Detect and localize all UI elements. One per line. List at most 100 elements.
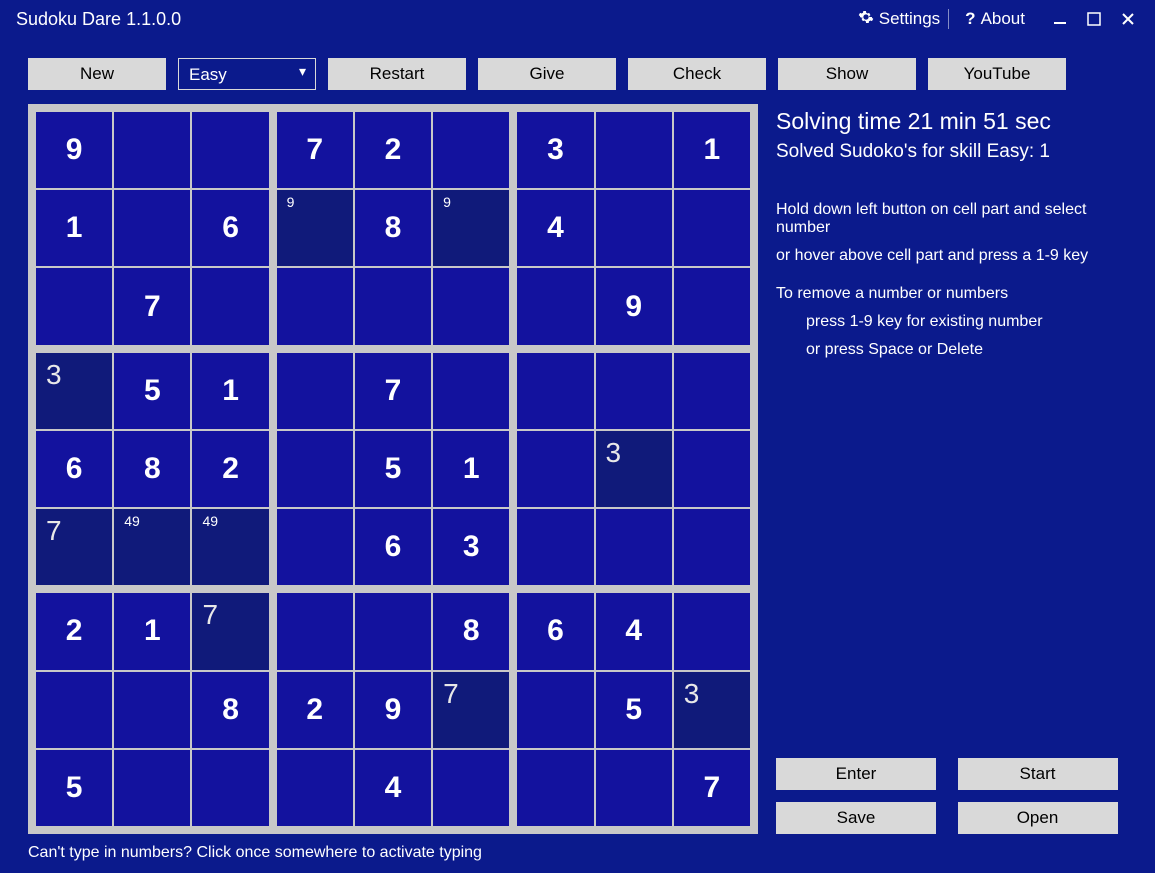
sudoku-cell[interactable]: 3 [674,672,750,748]
sudoku-cell[interactable]: 7 [36,509,112,585]
sudoku-cell[interactable] [277,431,353,507]
show-button[interactable]: Show [778,58,916,90]
enter-button[interactable]: Enter [776,758,936,790]
sudoku-cell[interactable]: 5 [596,672,672,748]
save-button[interactable]: Save [776,802,936,834]
sudoku-cell[interactable]: 3 [596,431,672,507]
sudoku-cell[interactable]: 2 [192,431,268,507]
sudoku-cell[interactable]: 1 [36,190,112,266]
sudoku-cell[interactable] [674,268,750,344]
sudoku-cell[interactable]: 7 [277,112,353,188]
sudoku-cell[interactable] [517,353,593,429]
sudoku-cell[interactable] [596,750,672,826]
sudoku-cell[interactable] [596,353,672,429]
sudoku-cell[interactable] [517,672,593,748]
sudoku-cell[interactable] [517,431,593,507]
sudoku-cell[interactable]: 8 [114,431,190,507]
sudoku-cell[interactable]: 9 [596,268,672,344]
minimize-button[interactable] [1045,7,1075,31]
sudoku-cell[interactable]: 3 [433,509,509,585]
maximize-button[interactable] [1079,7,1109,31]
sudoku-cell[interactable]: 6 [355,509,431,585]
sudoku-cell[interactable]: 5 [36,750,112,826]
sudoku-cell[interactable] [517,750,593,826]
sudoku-cell[interactable] [277,750,353,826]
sudoku-cell[interactable]: 9 [277,190,353,266]
sudoku-cell[interactable] [517,268,593,344]
sudoku-cell[interactable] [36,268,112,344]
sudoku-cell[interactable]: 49 [192,509,268,585]
sudoku-cell[interactable]: 4 [355,750,431,826]
sudoku-cell[interactable] [114,190,190,266]
settings-button[interactable]: Settings [858,9,940,30]
start-button[interactable]: Start [958,758,1118,790]
youtube-button[interactable]: YouTube [928,58,1066,90]
sudoku-cell[interactable] [674,190,750,266]
new-button[interactable]: New [28,58,166,90]
sudoku-cell[interactable]: 4 [596,593,672,669]
sudoku-cell[interactable]: 8 [433,593,509,669]
sudoku-cell[interactable]: 6 [517,593,593,669]
sudoku-cell[interactable]: 9 [433,190,509,266]
sudoku-cell[interactable]: 7 [114,268,190,344]
sudoku-cell[interactable] [355,593,431,669]
check-button[interactable]: Check [628,58,766,90]
sudoku-cell[interactable] [674,509,750,585]
sudoku-cell[interactable]: 1 [433,431,509,507]
sudoku-cell[interactable]: 2 [355,112,431,188]
sudoku-cell[interactable] [355,268,431,344]
sudoku-cell[interactable]: 7 [355,353,431,429]
sudoku-cell[interactable] [277,353,353,429]
sudoku-cell[interactable]: 8 [355,190,431,266]
sudoku-cell[interactable] [674,431,750,507]
sudoku-cell[interactable]: 49 [114,509,190,585]
sudoku-cell[interactable] [192,268,268,344]
sudoku-cell[interactable]: 9 [36,112,112,188]
sudoku-cell[interactable] [433,268,509,344]
sudoku-cell[interactable] [277,268,353,344]
sudoku-cell[interactable]: 8 [192,672,268,748]
restart-button[interactable]: Restart [328,58,466,90]
sudoku-cell[interactable] [596,509,672,585]
close-button[interactable] [1113,7,1143,31]
sudoku-cell[interactable]: 7 [433,672,509,748]
cell-value: 7 [144,290,161,324]
sudoku-cell[interactable] [433,112,509,188]
sudoku-cell[interactable] [114,750,190,826]
sudoku-cell[interactable]: 1 [114,593,190,669]
sudoku-cell[interactable] [36,672,112,748]
sudoku-cell[interactable]: 2 [36,593,112,669]
sudoku-cell[interactable]: 7 [674,750,750,826]
sudoku-cell[interactable]: 4 [517,190,593,266]
sudoku-cell[interactable] [596,112,672,188]
sudoku-cell[interactable]: 6 [192,190,268,266]
sudoku-cell[interactable] [433,750,509,826]
sudoku-cell[interactable] [192,750,268,826]
sudoku-cell[interactable]: 1 [192,353,268,429]
sudoku-cell[interactable]: 3 [36,353,112,429]
sudoku-cell[interactable]: 1 [674,112,750,188]
sudoku-cell[interactable]: 5 [114,353,190,429]
sudoku-cell[interactable]: 2 [277,672,353,748]
cell-value: 8 [385,211,402,245]
sudoku-cell[interactable] [114,672,190,748]
sudoku-cell[interactable]: 6 [36,431,112,507]
sudoku-cell[interactable] [192,112,268,188]
sudoku-cell[interactable] [433,353,509,429]
sudoku-cell[interactable]: 5 [355,431,431,507]
sudoku-cell[interactable] [517,509,593,585]
sudoku-cell[interactable] [596,190,672,266]
sudoku-cell[interactable] [674,353,750,429]
sudoku-cell[interactable]: 3 [517,112,593,188]
open-button[interactable]: Open [958,802,1118,834]
sudoku-cell[interactable] [277,509,353,585]
sudoku-cell[interactable] [114,112,190,188]
about-button[interactable]: ? About [965,9,1025,29]
cell-value: 8 [463,614,480,648]
sudoku-cell[interactable] [277,593,353,669]
difficulty-select[interactable]: Easy [178,58,316,90]
give-button[interactable]: Give [478,58,616,90]
sudoku-cell[interactable] [674,593,750,669]
sudoku-cell[interactable]: 9 [355,672,431,748]
sudoku-cell[interactable]: 7 [192,593,268,669]
